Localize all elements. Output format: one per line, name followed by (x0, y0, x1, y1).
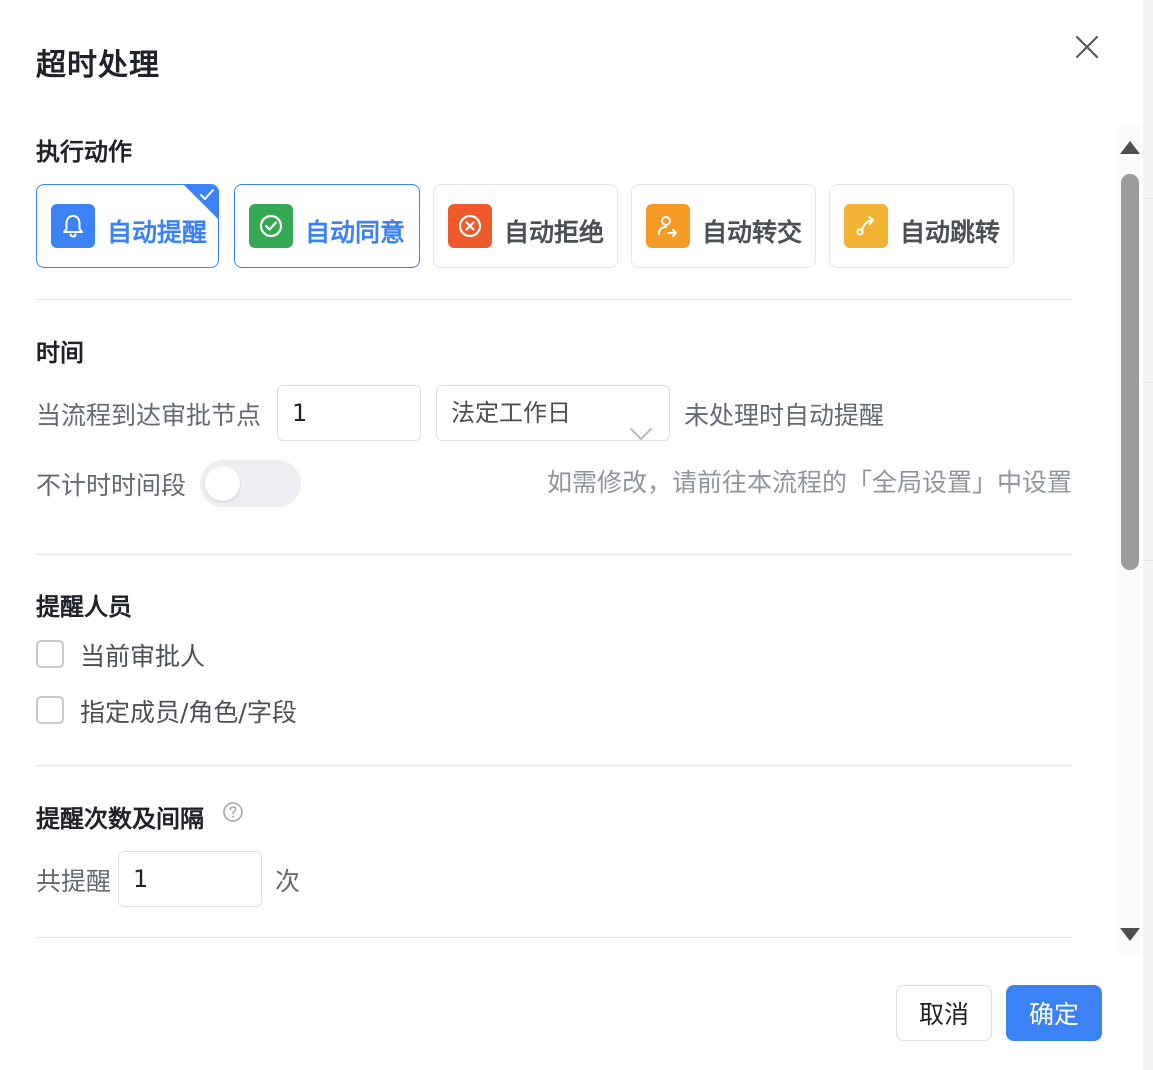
time-unit-select[interactable]: 法定工作日 (436, 385, 670, 441)
action-option-label: 自动转交 (702, 218, 803, 247)
action-option-reject[interactable]: 自动拒绝 (433, 184, 618, 268)
exclude-period-hint: 如需修改，请前往本流程的「全局设置」中设置 (546, 468, 1072, 497)
scroll-down-arrow-icon[interactable] (1120, 928, 1140, 941)
cancel-button[interactable]: 取消 (896, 985, 992, 1041)
time-prefix-text: 当流程到达审批节点 (36, 401, 262, 430)
x-circle-icon (448, 204, 492, 248)
remind-count-suffix: 次 (275, 867, 301, 896)
time-section-title: 时间 (36, 339, 84, 367)
action-option-label: 自动跳转 (900, 218, 1001, 247)
action-option-jump[interactable]: 自动跳转 (829, 184, 1014, 268)
action-section-title: 执行动作 (36, 138, 132, 166)
redirect-arrow-icon (844, 204, 888, 248)
action-option-approve[interactable]: 自动同意 (234, 184, 420, 268)
checkbox-label: 当前审批人 (80, 642, 206, 671)
timeout-dialog: 超时处理 执行动作 自动提醒 自动同意 自动拒绝 自动转交 自动跳转 时间 当流… (0, 0, 1143, 1070)
action-option-transfer[interactable]: 自动转交 (631, 184, 816, 268)
time-amount-input[interactable]: 1 (277, 385, 421, 441)
help-circle-icon[interactable] (222, 801, 244, 823)
action-option-label: 自动同意 (305, 218, 406, 247)
remind-people-title: 提醒人员 (36, 593, 132, 621)
close-icon[interactable] (1072, 32, 1102, 62)
bell-icon (51, 204, 95, 248)
exclude-period-toggle[interactable] (200, 460, 301, 507)
checkbox-label: 指定成员/角色/字段 (80, 698, 297, 727)
checkbox[interactable] (36, 640, 64, 668)
user-transfer-icon (646, 204, 690, 248)
background-page (1143, 0, 1153, 1070)
check-circle-icon (249, 204, 293, 248)
time-unit-value: 法定工作日 (451, 399, 571, 427)
divider (36, 765, 1072, 766)
confirm-button[interactable]: 确定 (1006, 985, 1102, 1041)
scroll-up-arrow-icon[interactable] (1120, 141, 1140, 154)
chevron-down-icon (629, 406, 653, 460)
time-suffix-text: 未处理时自动提醒 (684, 401, 885, 430)
remind-count-input[interactable]: 1 (118, 851, 262, 907)
dialog-title: 超时处理 (36, 48, 160, 83)
action-option-label: 自动拒绝 (504, 218, 605, 247)
toggle-knob (205, 466, 240, 501)
checkbox[interactable] (36, 696, 64, 724)
check-icon (199, 187, 215, 206)
remind-count-title: 提醒次数及间隔 (36, 805, 204, 833)
action-option-remind[interactable]: 自动提醒 (36, 184, 219, 268)
divider (36, 937, 1072, 938)
scrollbar-thumb[interactable] (1121, 174, 1139, 570)
divider (36, 299, 1072, 300)
divider (36, 554, 1072, 555)
remind-count-prefix: 共提醒 (36, 867, 112, 896)
exclude-period-label: 不计时时间段 (36, 471, 187, 500)
